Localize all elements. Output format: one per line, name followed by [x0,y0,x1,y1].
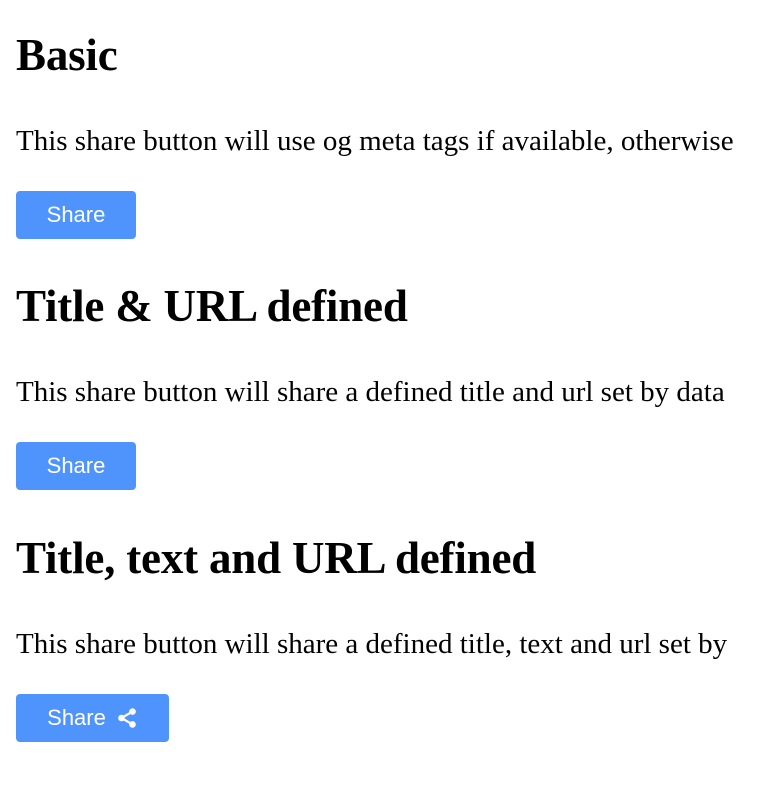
section-title-text-url: Title, text and URL defined [16,533,777,583]
share-button-title-text-url[interactable]: Share [16,694,169,742]
section-basic: Basic [16,30,777,80]
share-button-label: Share [46,453,106,478]
section-title-text-url-description-wrap: This share button will share a defined t… [16,627,777,661]
section-description: This share button will share a defined t… [16,376,725,408]
page: Basic This share button will use og meta… [0,0,777,807]
section-title-url: Title & URL defined [16,281,777,331]
share-button-title-url[interactable]: Share [16,442,136,490]
section-description: This share button will use og meta tags … [16,125,734,157]
section-description: This share button will share a defined t… [16,628,728,660]
section-title: Basic [16,30,118,80]
share-button-label: Share [46,202,106,227]
share-icon [118,708,136,728]
share-button-basic[interactable]: Share [16,191,136,239]
section-title-url-description-wrap: This share button will share a defined t… [16,375,777,409]
section-title: Title, text and URL defined [16,533,537,583]
section-title: Title & URL defined [16,281,408,331]
section-basic-description-wrap: This share button will use og meta tags … [16,124,777,158]
share-button-label: Share [47,705,106,730]
